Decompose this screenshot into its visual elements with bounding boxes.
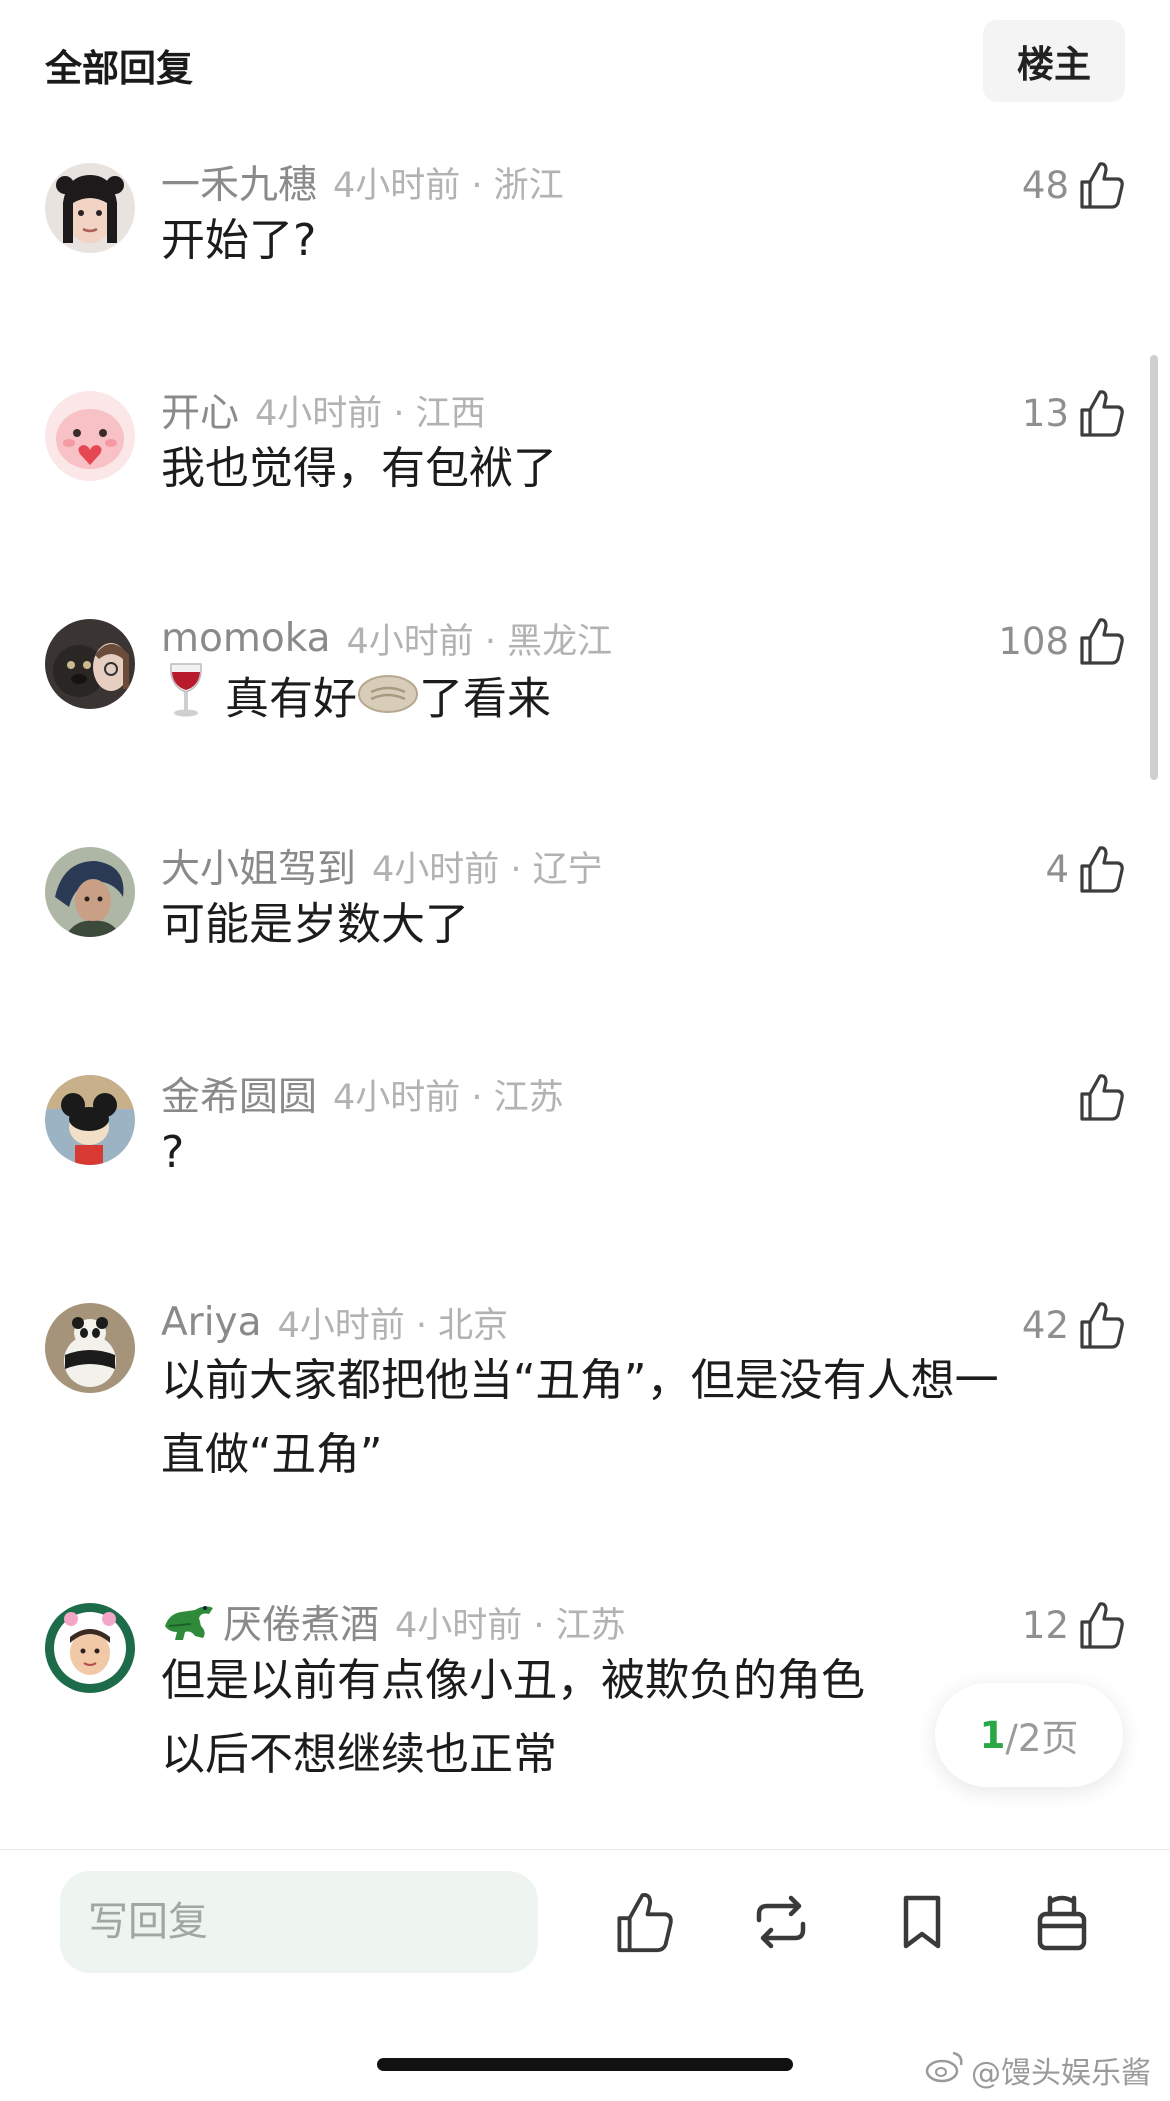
comment-meta: 一禾九穗 4小时前 · 浙江 <box>161 154 564 210</box>
comment-meta: momoka 4小时前 · 黑龙江 <box>161 613 612 663</box>
username[interactable]: Ariya <box>161 1300 262 1345</box>
comment-meta: 厌倦煮酒 4小时前 · 江苏 <box>161 1594 626 1650</box>
repost-icon[interactable] <box>749 1890 813 1954</box>
avatar[interactable] <box>45 391 135 481</box>
comment-meta: Ariya 4小时前 · 北京 <box>161 1297 508 1347</box>
bookmark-icon[interactable] <box>890 1890 954 1954</box>
comment-text: 可能是岁数大了 <box>161 899 469 950</box>
comment-time-location: 4小时前 · 黑龙江 <box>346 621 613 662</box>
avatar[interactable] <box>45 1075 135 1165</box>
thumbs-up-icon <box>1079 616 1125 666</box>
comment-time-location: 4小时前 · 江苏 <box>395 1605 626 1646</box>
wine-glass-icon <box>161 660 211 743</box>
like-count: 13 <box>1021 391 1069 435</box>
reply-input[interactable] <box>60 1871 538 1973</box>
like-count: 108 <box>998 619 1069 663</box>
comment-text: 真有好 了看来 <box>161 660 1101 743</box>
username[interactable]: 开心 <box>161 382 239 438</box>
weibo-logo-icon <box>925 2049 965 2091</box>
comment-text: 开始了? <box>161 215 317 266</box>
comment-meta: 大小姐驾到 4小时前 · 辽宁 <box>161 838 603 894</box>
thumbs-up-icon <box>1079 844 1125 894</box>
avatar[interactable] <box>45 1303 135 1393</box>
thumbs-up-icon[interactable] <box>613 1890 677 1954</box>
watermark: @馒头娱乐酱 <box>925 2049 1151 2091</box>
avatar[interactable] <box>45 619 135 709</box>
comment-text-line: 直做“丑角” <box>161 1429 383 1480</box>
like-count: 48 <box>1021 163 1069 207</box>
thumbs-up-icon <box>1079 1300 1125 1350</box>
username[interactable]: 厌倦煮酒 <box>223 1594 379 1650</box>
comment-text: ? <box>161 1127 185 1178</box>
watermark-text: @馒头娱乐酱 <box>971 2056 1151 2091</box>
comment-text-part: 真有好 <box>225 673 357 725</box>
comment-meta: 金希圆圆 4小时前 · 江苏 <box>161 1066 564 1122</box>
flatbread-icon <box>357 665 419 739</box>
avatar[interactable] <box>45 847 135 937</box>
like-count: 12 <box>1021 1603 1069 1647</box>
comment-text: 以前大家都把他当“丑角”，但是没有人想一 直做“丑角” <box>161 1344 1101 1492</box>
comment-time-location: 4小时前 · 江苏 <box>333 1077 564 1118</box>
scrollbar[interactable] <box>1150 355 1158 780</box>
username[interactable]: 一禾九穗 <box>161 154 317 210</box>
comment-text-part: 了看来 <box>419 673 551 725</box>
like-count: 4 <box>1045 847 1069 891</box>
comment-text-line: 以前大家都把他当“丑角”，但是没有人想一 <box>161 1355 999 1406</box>
like-count: 42 <box>1021 1303 1069 1347</box>
comment-time-location: 4小时前 · 辽宁 <box>372 849 603 890</box>
username[interactable]: 金希圆圆 <box>161 1066 317 1122</box>
divider <box>0 1849 1170 1850</box>
comment-replies-screen: 全部回复 楼主 一禾九穗 4小时前 · 浙江 48 开始了? 开心 4小时前 ·… <box>0 0 1170 2101</box>
page-indicator[interactable]: 1/2页 <box>935 1683 1123 1787</box>
comment-time-location: 4小时前 · 浙江 <box>333 165 564 206</box>
username[interactable]: momoka <box>161 616 331 661</box>
header: 全部回复 楼主 <box>0 0 1170 120</box>
thumbs-up-icon <box>1079 160 1125 210</box>
crocodile-icon <box>161 1596 217 1648</box>
username[interactable]: 大小姐驾到 <box>161 838 356 894</box>
thumbs-up-icon <box>1079 1072 1125 1122</box>
comment-meta: 开心 4小时前 · 江西 <box>161 382 486 438</box>
page-title: 全部回复 <box>45 47 193 90</box>
comment-text: 我也觉得，有包袱了 <box>161 443 557 494</box>
thumbs-up-icon <box>1079 388 1125 438</box>
home-indicator[interactable] <box>377 2058 793 2071</box>
thumbs-up-icon <box>1079 1600 1125 1650</box>
page-total: /2页 <box>1005 1717 1079 1760</box>
avatar[interactable] <box>45 1603 135 1693</box>
page-current: 1 <box>979 1713 1006 1757</box>
comment-time-location: 4小时前 · 江西 <box>255 393 486 434</box>
comment-time-location: 4小时前 · 北京 <box>277 1305 509 1346</box>
avatar[interactable] <box>45 163 135 253</box>
gift-icon[interactable] <box>1030 1890 1094 1954</box>
owner-filter-button[interactable]: 楼主 <box>983 20 1125 102</box>
